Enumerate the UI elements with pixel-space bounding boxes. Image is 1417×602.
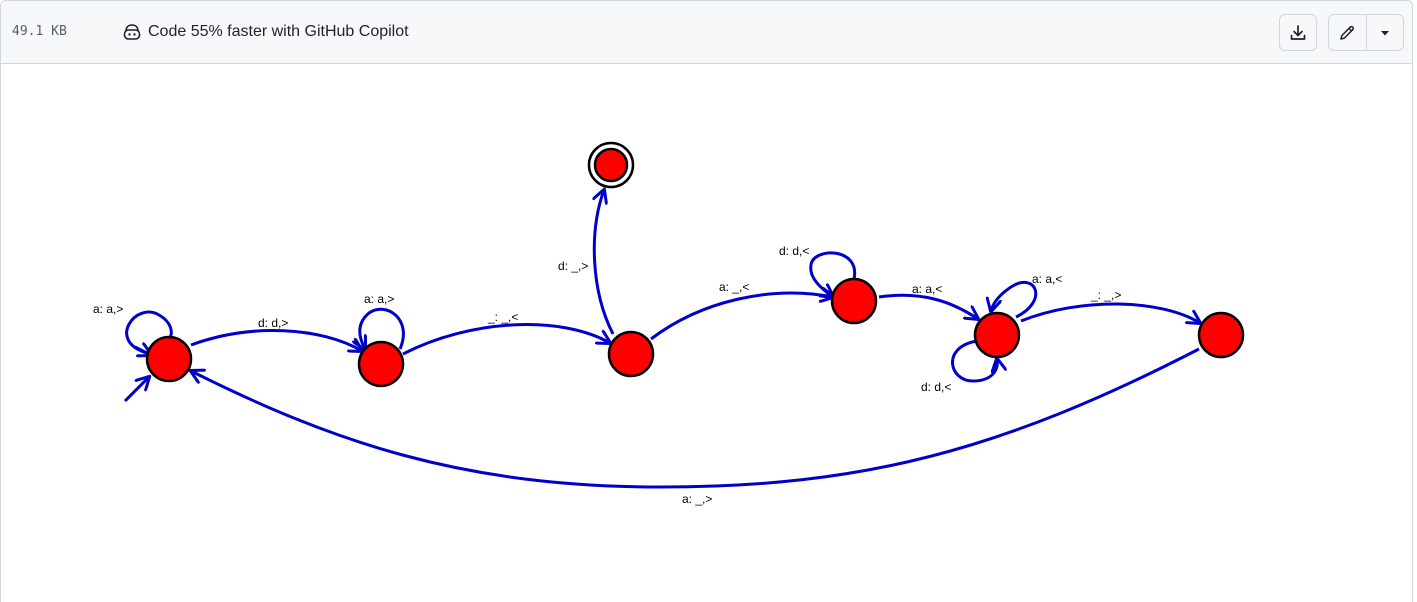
state-q5[interactable] xyxy=(1197,311,1245,359)
label-q0-q1: d: d,> xyxy=(258,316,288,330)
label-q1-q2: _: _,< xyxy=(487,310,518,324)
label-q4-self-bottom: d: d,< xyxy=(921,380,951,394)
edge-q4-q5 xyxy=(1020,302,1200,323)
edge-q1-q2 xyxy=(402,323,610,356)
states xyxy=(145,141,1245,388)
file-viewer: 49.1 KB Code 55% faster with GitHub Copi… xyxy=(0,0,1413,602)
state-q4[interactable] xyxy=(973,311,1021,359)
label-q0-self: a: a,> xyxy=(93,302,123,316)
file-size: 49.1 KB xyxy=(12,24,67,39)
label-q5-q0: a: _,> xyxy=(682,492,712,506)
pencil-icon xyxy=(1340,25,1355,40)
edge-q2-accept xyxy=(594,190,615,335)
edit-button[interactable] xyxy=(1329,15,1366,50)
start-arrow xyxy=(123,377,149,403)
download-icon xyxy=(1290,24,1306,40)
state-q1[interactable] xyxy=(357,340,405,388)
state-q2[interactable] xyxy=(607,330,655,378)
edge-q2-q3 xyxy=(650,293,833,341)
label-q4-self-top: a: a,< xyxy=(1032,272,1062,286)
file-header: 49.1 KB Code 55% faster with GitHub Copi… xyxy=(1,1,1412,64)
more-options-button[interactable] xyxy=(1365,15,1404,50)
triangle-down-icon xyxy=(1380,30,1389,35)
label-q1-self: a: a,> xyxy=(364,292,394,306)
edge-q5-q0 xyxy=(191,347,1200,489)
download-button[interactable] xyxy=(1279,14,1317,51)
state-accept[interactable] xyxy=(593,147,629,183)
transition-labels: a: a,> d: d,> a: a,> _: _,< d: _,> a: _,… xyxy=(93,244,1121,506)
state-q3[interactable] xyxy=(830,277,878,325)
copilot-promo-text: Code 55% faster with GitHub Copilot xyxy=(148,23,409,40)
label-q3-self: d: d,< xyxy=(779,244,809,258)
copilot-promo-link[interactable]: Code 55% faster with GitHub Copilot xyxy=(122,22,409,42)
state-q0[interactable] xyxy=(145,335,193,383)
label-q2-q3: a: _,< xyxy=(719,280,749,294)
copilot-icon xyxy=(123,24,141,40)
turing-machine-diagram: a: a,> d: d,> a: a,> _: _,< d: _,> a: _,… xyxy=(93,141,1245,506)
edge-q0-q1 xyxy=(190,329,362,351)
label-q2-accept: d: _,> xyxy=(558,259,588,273)
edge-q3-q4 xyxy=(878,293,978,319)
label-q3-q4: a: a,< xyxy=(912,282,942,296)
edit-button-group xyxy=(1328,14,1404,51)
label-q4-q5: _: _,> xyxy=(1090,288,1121,302)
